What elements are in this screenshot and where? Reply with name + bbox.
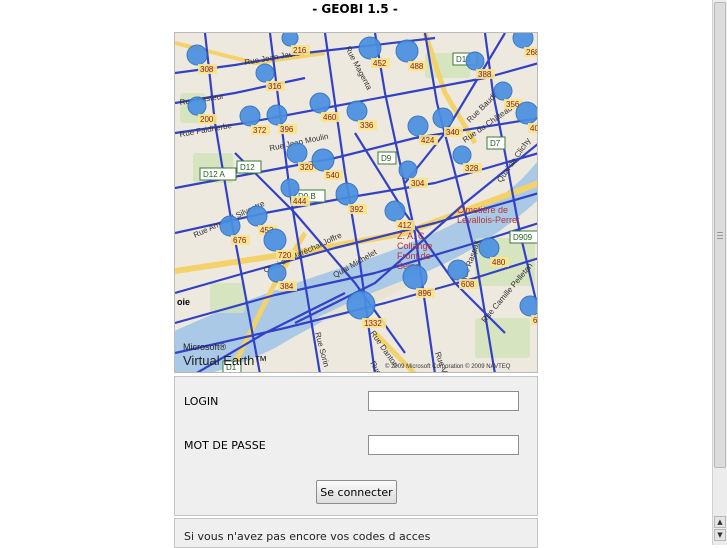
arrow-up-icon[interactable]: ▲ — [714, 516, 726, 528]
cluster-value: 608 — [461, 280, 475, 289]
password-label: MOT DE PASSE — [184, 439, 266, 452]
cluster-value: 268 — [526, 48, 538, 57]
cluster-value: 460 — [323, 113, 337, 122]
cluster-value: 396 — [280, 125, 294, 134]
road-code-label: D909 — [513, 233, 533, 242]
scrollbar-grip — [717, 238, 723, 239]
map-view[interactable]: Rue Jean Jaurès Rue Pasteur Rue Faidherbe R… — [174, 32, 538, 373]
cluster-marker — [384, 200, 406, 222]
cluster-marker — [346, 100, 368, 122]
login-label: LOGIN — [184, 395, 219, 408]
cluster-marker — [186, 44, 208, 66]
cluster-marker — [398, 160, 418, 180]
cluster-marker — [187, 96, 207, 116]
cluster-marker — [493, 81, 513, 101]
cluster-value: 1332 — [364, 319, 382, 328]
brand-virtual-earth: Virtual Earth™ — [183, 353, 267, 368]
cluster-marker — [309, 92, 331, 114]
scrollbar-thumb[interactable] — [714, 2, 726, 468]
cluster-marker — [255, 63, 275, 83]
cluster-marker — [478, 237, 500, 259]
cluster-value: 424 — [421, 136, 435, 145]
cluster-value: 200 — [200, 115, 214, 124]
cluster-value: 412 — [398, 221, 412, 230]
password-input[interactable] — [368, 435, 519, 455]
cluster-marker — [432, 107, 454, 129]
road-code-label: D12 A — [203, 170, 225, 179]
cluster-marker — [402, 264, 428, 290]
cluster-value: 320 — [300, 163, 314, 172]
cluster-value: 336 — [360, 121, 374, 130]
cluster-marker — [286, 142, 308, 164]
road-code-label: D7 — [490, 139, 501, 148]
cluster-value: 480 — [492, 258, 506, 267]
connect-button[interactable]: Se connecter — [316, 480, 397, 504]
cluster-marker — [281, 33, 299, 47]
cluster-value: 404 — [530, 124, 538, 133]
map-canvas[interactable]: Rue Jean JaurèsRue PasteurRue FaidherbeR… — [175, 33, 538, 373]
cluster-value: 316 — [268, 82, 282, 91]
cluster-marker — [311, 148, 335, 172]
brand-microsoft: Microsoft® — [183, 342, 227, 352]
cluster-value: 216 — [293, 46, 307, 55]
cluster-value: 444 — [293, 197, 307, 206]
cluster-marker — [519, 295, 537, 317]
cluster-value: 304 — [411, 179, 425, 188]
cluster-marker — [246, 205, 268, 227]
road-code-label: D12 — [240, 163, 255, 172]
cluster-value: 488 — [410, 62, 424, 71]
app-title: - GEOBI 1.5 - — [312, 2, 398, 16]
cluster-value: 540 — [326, 171, 340, 180]
park-area — [475, 318, 530, 358]
cluster-value: 372 — [253, 126, 267, 135]
cluster-value: 340 — [446, 128, 460, 137]
cluster-marker — [447, 259, 469, 281]
cluster-marker — [280, 178, 300, 198]
cluster-marker — [395, 39, 419, 63]
login-input[interactable] — [368, 391, 519, 411]
cluster-value: 388 — [478, 70, 492, 79]
cluster-marker — [239, 105, 261, 127]
cluster-value: 452 — [373, 59, 387, 68]
cluster-value: 328 — [465, 164, 479, 173]
road-code-label: D9 — [381, 154, 392, 163]
cluster-marker — [267, 263, 287, 283]
cluster-value: 672 — [533, 316, 538, 325]
cluster-marker — [512, 33, 534, 49]
cluster-marker — [219, 215, 241, 237]
cluster-marker — [407, 115, 429, 137]
cluster-value: 896 — [418, 289, 432, 298]
cluster-marker — [465, 51, 485, 71]
map-copyright: © 2009 Microsoft Corporation © 2009 NAVT… — [385, 363, 511, 370]
cluster-value: 720 — [278, 251, 292, 260]
cluster-value: 384 — [280, 282, 294, 291]
login-panel: LOGIN MOT DE PASSE Se connecter — [174, 376, 538, 516]
cluster-marker — [263, 228, 287, 252]
cluster-marker — [266, 104, 288, 126]
cluster-value: 676 — [233, 236, 247, 245]
info-text: Si vous n'avez pas encore vos codes d ac… — [184, 530, 431, 543]
map-edge-label: oie — [177, 297, 190, 307]
cluster-value: 308 — [200, 65, 214, 74]
scrollbar-grip — [717, 232, 723, 233]
cluster-marker — [515, 101, 537, 125]
cluster-marker — [358, 36, 382, 60]
cluster-value: 392 — [350, 205, 364, 214]
cluster-marker — [335, 182, 359, 206]
scrollbar-grip — [717, 235, 723, 236]
info-panel: Si vous n'avez pas encore vos codes d ac… — [174, 518, 538, 548]
cluster-marker — [452, 145, 472, 165]
arrow-down-icon[interactable]: ▼ — [714, 529, 726, 541]
cluster-marker — [346, 290, 376, 320]
vertical-scrollbar[interactable]: ▲ ▼ — [712, 0, 727, 545]
